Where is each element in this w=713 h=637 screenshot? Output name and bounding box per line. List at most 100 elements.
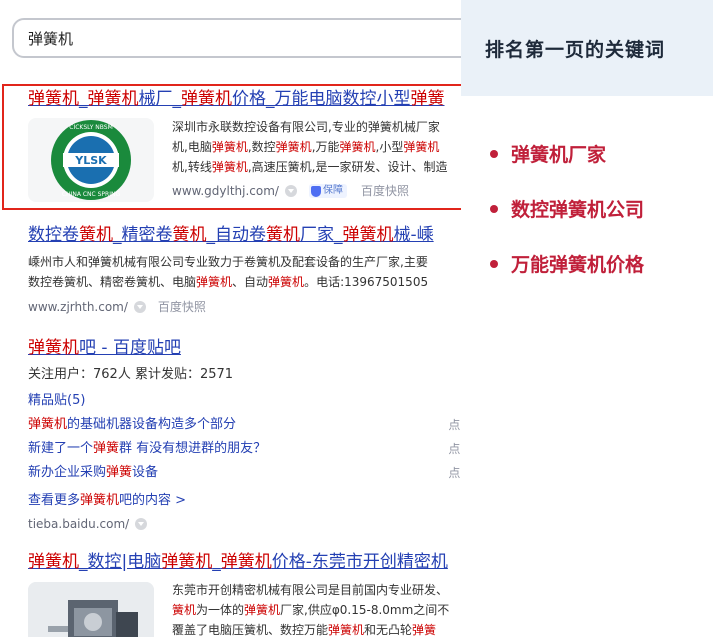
highlight-term: 弹簧	[106, 465, 133, 480]
dropdown-circle-icon[interactable]	[135, 518, 148, 530]
highlight-term: 弹簧机	[28, 89, 79, 109]
text-fragment: 机,电脑	[172, 140, 212, 154]
result-1-meta: www.gdylthj.com/ 保障 百度快照	[172, 182, 461, 200]
result-1-title[interactable]: 弹簧机_弹簧机械厂_弹簧机价格_万能电脑数控小型弹簧	[28, 88, 461, 110]
badge-label: 保障	[322, 185, 343, 196]
keyword-item: 弹簧机厂家	[461, 126, 713, 181]
result-1-url[interactable]: www.gdylthj.com/	[172, 182, 279, 200]
text-fragment: 查看更多	[28, 493, 81, 508]
search-input[interactable]	[14, 20, 461, 56]
tieba-post-link[interactable]: 新办企业采购弹簧设备	[28, 461, 158, 485]
highlight-term: 弹簧	[93, 441, 120, 456]
highlight-term: 弹簧机	[28, 552, 79, 572]
result-1-desc-line: 机,转线弹簧机,高速压簧机,是一家研发、设计、制造	[172, 157, 461, 177]
highlight-term: 簧机	[79, 225, 113, 245]
text-fragment: 械-嵊	[393, 225, 434, 245]
text-fragment: 新建了一个	[28, 441, 94, 456]
text-fragment: 价格-东莞市开创精密机	[271, 552, 448, 572]
highlight-term: 弹簧机	[181, 89, 232, 109]
highlight-term: 弹簧机	[220, 552, 272, 572]
result-1-desc-line: 机,电脑弹簧机,数控弹簧机,万能弹簧机,小型弹簧机	[172, 137, 461, 157]
search-box[interactable]	[12, 18, 461, 58]
text-fragment: _自动卷	[206, 225, 267, 245]
text-fragment: _	[212, 552, 221, 572]
text-fragment: 数控卷簧机、精密卷簧机、电脑	[28, 275, 197, 289]
dropdown-circle-icon[interactable]	[133, 301, 146, 313]
highlight-term: 弹簧机	[275, 140, 312, 154]
search-results-pane: 弹簧机_弹簧机械厂_弹簧机价格_万能电脑数控小型弹簧 YLSK CICKSLY …	[0, 0, 461, 637]
result-4-desc-line: 簧机为一体的弹簧机厂家,供应φ0.15-8.0mm之间不	[172, 600, 461, 620]
text-fragment: 覆盖了电脑压簧机、数控万能	[172, 623, 329, 637]
panel-header: 排名第一页的关键词	[461, 0, 713, 96]
result-4-desc-line: 覆盖了电脑压簧机、数控万能弹簧机和无凸轮弹簧	[172, 620, 461, 637]
text-fragment: ,高速压簧机,是一家研发、设计、制造	[247, 160, 448, 174]
highlight-term: 簧机	[172, 603, 197, 617]
logo-center-text: YLSK	[74, 154, 107, 167]
tieba-post-clicks: 点击：2	[448, 442, 461, 456]
highlight-term: 弹簧机	[196, 275, 233, 289]
text-fragment: 吧的内容 >	[119, 493, 187, 508]
tieba-post-clicks: 点击：1	[448, 466, 461, 480]
text-fragment: 新办企业采购	[28, 465, 107, 480]
highlight-term: 弹簧机	[268, 275, 305, 289]
result-4-title[interactable]: 弹簧机_数控|电脑弹簧机_弹簧机价格-东莞市开创精密机	[28, 551, 461, 573]
text-fragment: 、自动	[232, 275, 269, 289]
text-fragment: 东莞市开创精密机械有限公司是目前国内专业研发、	[172, 583, 449, 597]
tieba-post-row: 新建了一个弹簧群 有没有想进群的朋友？ 点击：2	[28, 437, 461, 461]
highlight-term: 弹簧机	[211, 140, 248, 154]
text-fragment: 厂家,供应φ0.15-8.0mm之间不	[280, 603, 450, 617]
result-2-desc-line: 嵊州市人和弹簧机械有限公司专业致力于卷簧机及配套设备的生产厂家,主要	[28, 252, 461, 272]
guarantee-badge[interactable]: 保障	[308, 184, 347, 198]
result-4-thumbnail[interactable]	[28, 582, 154, 637]
text-fragment: 吧 - 百度贴吧	[79, 338, 181, 358]
text-fragment: _	[79, 89, 88, 109]
text-fragment: 嵊州市人和弹簧机械有限公司专业致力于卷簧机及配套设备的生产厂家,主要	[28, 255, 428, 269]
result-1: 弹簧机_弹簧机械厂_弹簧机价格_万能电脑数控小型弹簧	[28, 88, 461, 110]
highlight-term: 弹簧机	[87, 89, 139, 109]
snapshot-link[interactable]: 百度快照	[361, 182, 409, 200]
result-1-thumbnail[interactable]: YLSK CICKSLY NBSM CHINA CNC SPRING	[28, 118, 154, 202]
tieba-more-link[interactable]: 查看更多弹簧机吧的内容 >	[28, 493, 186, 508]
keyword-text: 万能弹簧机价格	[511, 254, 645, 276]
highlight-term: 弹簧机	[244, 603, 281, 617]
result-2-title[interactable]: 数控卷簧机_精密卷簧机_自动卷簧机厂家_弹簧机械-嵊	[28, 224, 461, 246]
highlight-term: 簧机	[266, 225, 300, 245]
tieba-post-link[interactable]: 新建了一个弹簧群 有没有想进群的朋友？	[28, 437, 266, 461]
keyword-item: 万能弹簧机价格	[461, 236, 713, 291]
highlight-term: 弹簧	[410, 89, 445, 109]
keyword-panel: 排名第一页的关键词 弹簧机厂家 数控弹簧机公司 万能弹簧机价格	[461, 0, 713, 637]
result-4-desc-line: 东莞市开创精密机械有限公司是目前国内专业研发、	[172, 580, 461, 600]
logo-bottom-text: CHINA CNC SPRING	[62, 191, 121, 198]
result-2-desc-line: 数控卷簧机、精密卷簧机、电脑弹簧机、自动弹簧机。电话:13967501505	[28, 272, 461, 292]
text-fragment: 为一体的	[196, 603, 245, 617]
highlight-term: 弹簧机	[328, 623, 365, 637]
tieba-essence-link[interactable]: 精品贴(5)	[28, 393, 85, 408]
result-4-desc: 东莞市开创精密机械有限公司是目前国内专业研发、 簧机为一体的弹簧机厂家,供应φ0…	[172, 580, 461, 637]
text-fragment: _精密卷	[113, 225, 173, 245]
text-fragment: 设备	[132, 465, 159, 480]
highlight-term: 弹簧机	[161, 552, 213, 572]
text-fragment: ,数控	[247, 140, 276, 154]
ylsk-logo: YLSK CICKSLY NBSM CHINA CNC SPRING	[51, 120, 131, 200]
text-fragment: 数控卷	[28, 225, 79, 245]
tieba-post-row: 弹簧机的基础机器设备构造多个部分 点击：1	[28, 413, 461, 437]
result-tieba: 弹簧机吧 - 百度贴吧 关注用户：762人 累计发贴：2571 精品贴(5) 弹…	[28, 337, 461, 533]
highlight-term: 弹簧机	[28, 338, 79, 358]
tieba-meta: tieba.baidu.com/	[28, 515, 461, 533]
tieba-title[interactable]: 弹簧机吧 - 百度贴吧	[28, 337, 461, 359]
highlight-term: 弹簧	[412, 623, 437, 637]
snapshot-link[interactable]: 百度快照	[158, 298, 206, 316]
tieba-post-link[interactable]: 弹簧机的基础机器设备构造多个部分	[28, 413, 236, 437]
result-1-desc-line: 深圳市永联数控设备有限公司,专业的弹簧机械厂家	[172, 117, 461, 137]
tieba-url[interactable]: tieba.baidu.com/	[28, 515, 129, 533]
text-fragment: 价格_万能电脑数控小型	[232, 89, 411, 109]
dropdown-circle-icon[interactable]	[284, 185, 297, 197]
logo-top-text: CICKSLY NBSM	[69, 124, 113, 131]
highlight-term: 弹簧机	[28, 417, 68, 432]
result-2-url[interactable]: www.zjrhth.com/	[28, 298, 128, 316]
bullet-dot-icon	[490, 259, 498, 268]
text-fragment: 群 有没有想进群的朋友？	[119, 441, 267, 456]
text-fragment: 的基础机器设备构造多个部分	[67, 417, 237, 432]
result-2-meta: www.zjrhth.com/ 百度快照	[28, 298, 461, 316]
text-fragment: 厂家_	[300, 225, 343, 245]
